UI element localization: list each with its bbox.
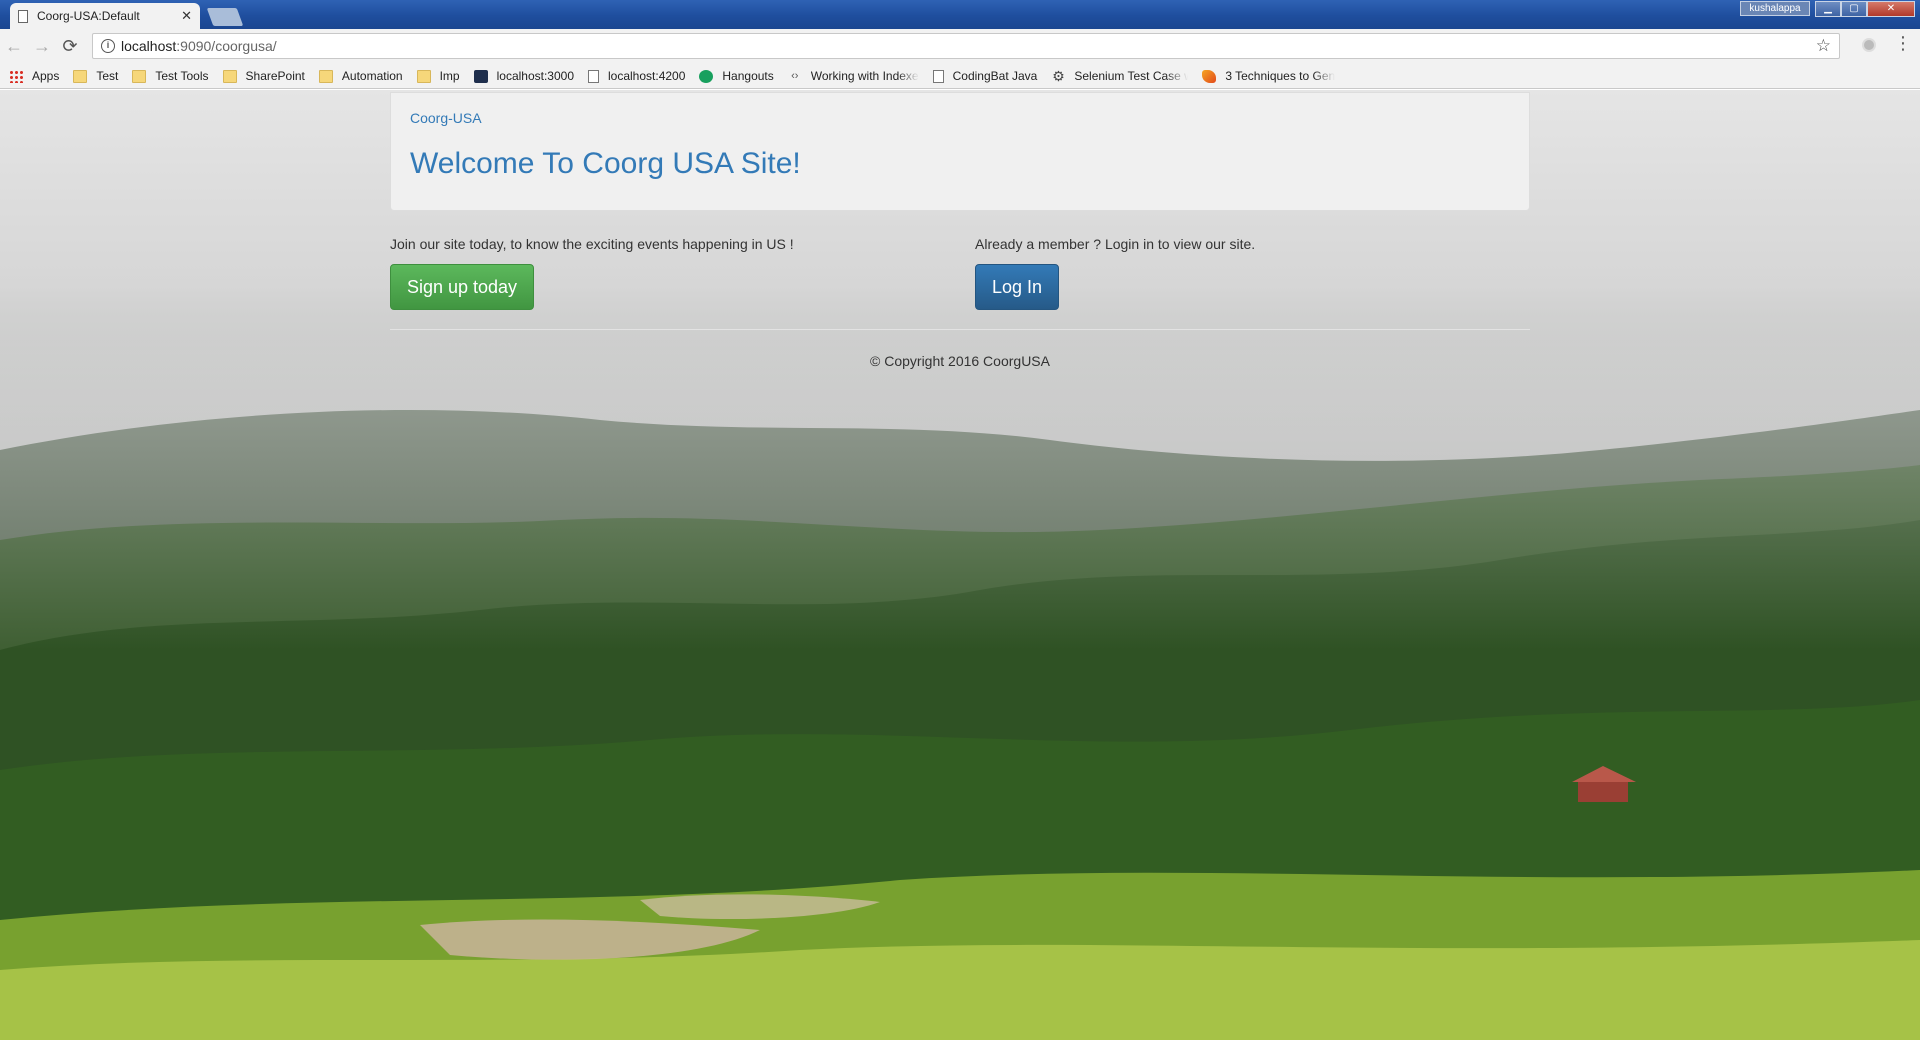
close-tab-icon[interactable]: ✕ [181,8,192,24]
address-bar[interactable]: i localhost:9090/coorgusa/ ☆ [92,33,1840,59]
bookmark-label: Selenium Test Case w [1074,69,1189,83]
brand-link[interactable]: Coorg-USA [410,110,482,126]
apps-icon [9,69,23,83]
folder-icon [416,69,431,83]
browser-toolbar: ← → ⟳ i localhost:9090/coorgusa/ ☆ ⋮ [0,29,1920,64]
extension-icon[interactable] [1862,38,1876,52]
log-in-button[interactable]: Log In [975,264,1059,310]
page-title: Welcome To Coorg USA Site! [410,147,801,180]
bookmark-3-techniques[interactable]: 3 Techniques to Gen [1202,69,1335,83]
bookmark-label: SharePoint [245,69,305,83]
bookmark-test-tools[interactable]: Test Tools [132,69,209,83]
bookmark-working-with-indexed[interactable]: ‹› Working with Indexe [788,69,919,83]
bookmark-label: Working with Indexe [810,69,919,83]
page-icon [18,9,28,23]
flame-icon [1202,69,1217,83]
window-close-button[interactable]: ✕ [1867,1,1915,17]
folder-icon [132,69,147,83]
folder-icon [73,69,88,83]
bookmark-test[interactable]: Test [73,69,118,83]
new-tab-button[interactable] [206,8,244,26]
bookmark-codingbat-java[interactable]: CodingBat Java [932,69,1038,83]
react-icon [473,69,488,83]
divider [390,329,1530,330]
folder-icon [318,69,333,83]
bookmark-apps[interactable]: Apps [9,69,59,83]
bookmarks-bar: Apps Test Test Tools SharePoint Automati… [0,64,1920,89]
url-text[interactable]: localhost:9090/coorgusa/ [121,38,277,54]
bookmark-automation[interactable]: Automation [318,69,403,83]
page-icon [588,69,599,83]
bookmark-label: CodingBat Java [952,69,1038,83]
bookmark-label: Imp [439,69,460,83]
join-text: Join our site today, to know the excitin… [390,236,794,252]
bookmark-label: localhost:4200 [608,69,686,83]
menu-kebab-icon[interactable]: ⋮ [1894,33,1912,54]
bookmark-imp[interactable]: Imp [416,69,460,83]
page-viewport: Coorg-USA Welcome To Coorg USA Site! Joi… [0,90,1920,1040]
member-text: Already a member ? Login in to view our … [975,236,1256,252]
bookmark-localhost-3000[interactable]: localhost:3000 [473,69,574,83]
info-icon[interactable]: i [101,39,115,53]
bookmark-selenium-test-case[interactable]: ⚙ Selenium Test Case w [1051,67,1189,84]
jumbotron-header: Coorg-USA Welcome To Coorg USA Site! [390,92,1530,211]
bookmark-label: Test Tools [155,69,209,83]
tab-title: Coorg-USA:Default [37,9,140,23]
gear-icon: ⚙ [1052,67,1065,84]
code-icon: ‹› [791,69,799,82]
browser-titlebar: Coorg-USA:Default ✕ kushalappa ▁ ▢ ✕ [0,0,1920,29]
background-landscape-image [0,90,1920,1040]
minimize-button[interactable]: ▁ [1815,1,1841,17]
url-path: :9090/coorgusa/ [176,38,277,54]
maximize-button[interactable]: ▢ [1841,1,1867,17]
bookmark-localhost-4200[interactable]: localhost:4200 [588,69,685,83]
bookmark-label: Automation [341,69,403,83]
forward-arrow-icon[interactable]: → [28,36,56,57]
bookmark-hangouts[interactable]: Hangouts [699,69,774,83]
bookmark-label: Hangouts [722,69,774,83]
profile-user-button[interactable]: kushalappa [1740,1,1810,16]
back-arrow-icon[interactable]: ← [0,36,28,57]
bookmark-label: localhost:3000 [496,69,574,83]
page-icon [932,69,944,83]
bookmark-star-icon[interactable]: ☆ [1816,36,1831,56]
bookmark-label: Test [96,69,119,83]
copyright-footer: © Copyright 2016 CoorgUSA [870,353,1050,369]
reload-icon[interactable]: ⟳ [56,36,84,57]
bookmark-label: 3 Techniques to Gen [1225,69,1336,83]
bookmark-label: Apps [32,69,60,83]
browser-tab[interactable]: Coorg-USA:Default ✕ [10,3,200,29]
sign-up-button[interactable]: Sign up today [390,264,534,310]
hangouts-icon [699,69,714,83]
url-host: localhost [121,38,177,54]
bookmark-sharepoint[interactable]: SharePoint [222,69,305,83]
folder-icon [222,69,237,83]
